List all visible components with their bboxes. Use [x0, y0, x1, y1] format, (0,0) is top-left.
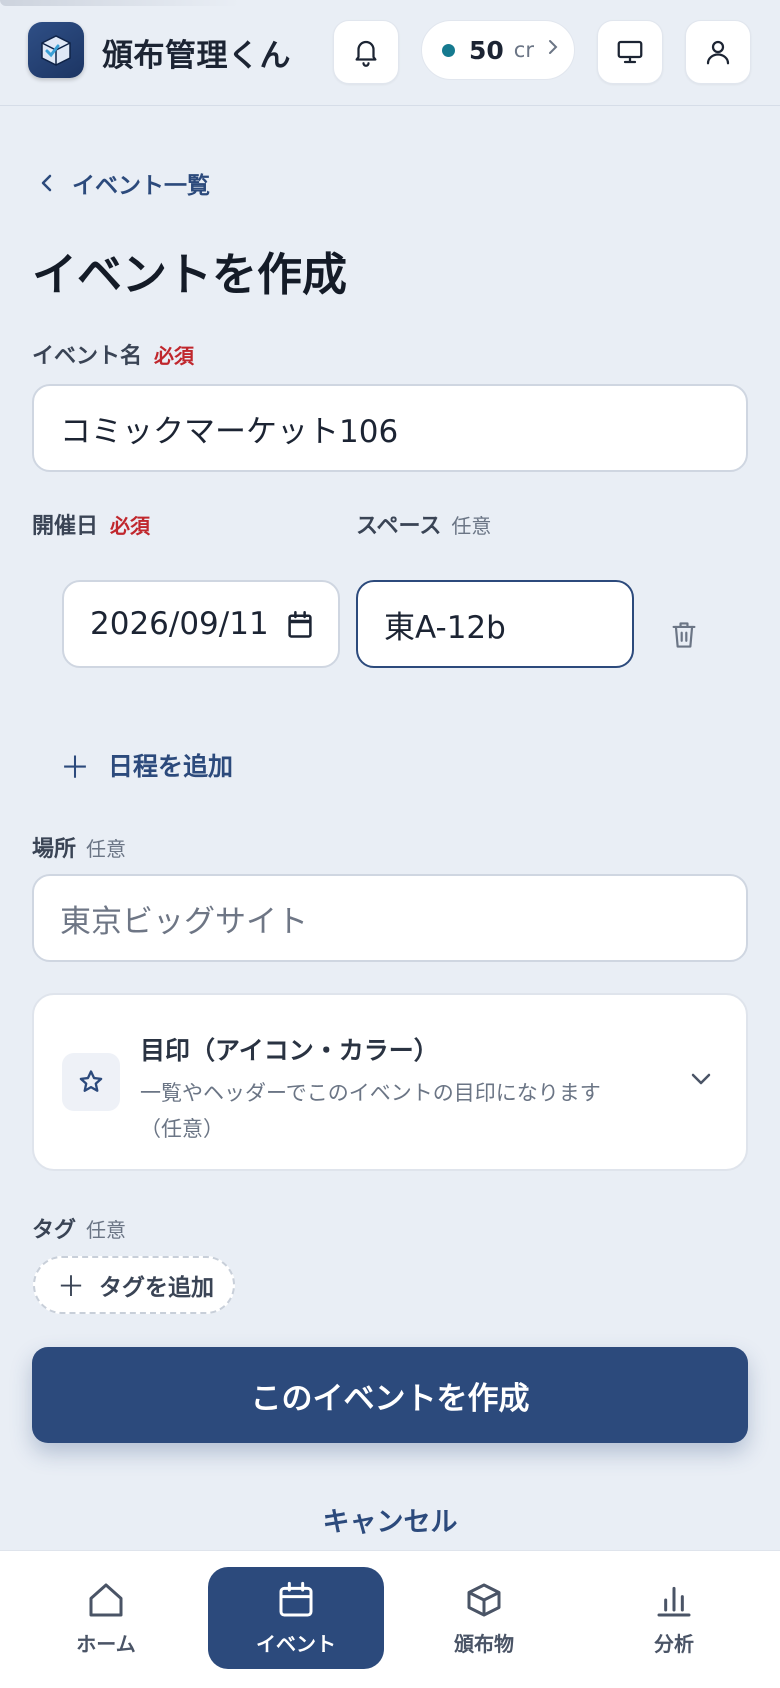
bell-icon [355, 40, 377, 67]
trash-icon [672, 622, 696, 648]
place-input[interactable]: 東京ビッグサイト [32, 874, 748, 962]
credits-unit: cr [513, 38, 534, 62]
back-to-event-list-link[interactable]: イベント一覧 [36, 166, 210, 200]
date-label-row: 開催日 必須 [32, 508, 150, 540]
optional-badge: 任意 [451, 514, 492, 538]
nav-item-events[interactable]: イベント [208, 1567, 384, 1669]
space-label-row: スペース 任意 [356, 508, 491, 540]
star-icon [79, 1070, 103, 1092]
add-date-button[interactable]: ＋ 日程を追加 [60, 743, 233, 787]
nav-label-home: ホーム [76, 1631, 136, 1656]
account-button[interactable] [685, 20, 751, 84]
date-input[interactable]: 2026/09/11 [62, 580, 340, 668]
bar-chart-icon [657, 1586, 691, 1616]
event-name-value: コミックマーケット106 [60, 413, 399, 450]
mark-settings-card[interactable]: 目印（アイコン・カラー） 一覧やヘッダーでこのイベントの目印になります（任意） [32, 993, 748, 1171]
create-event-button[interactable]: このイベントを作成 [32, 1347, 748, 1443]
add-date-label: 日程を追加 [108, 752, 234, 781]
nav-item-items[interactable]: 頒布物 [396, 1567, 572, 1669]
chevron-right-icon [546, 37, 560, 63]
plus-icon: ＋ [57, 1270, 86, 1303]
calendar-picker-icon[interactable] [286, 610, 314, 640]
header-shadow [0, 0, 240, 6]
chevron-down-icon [688, 1069, 714, 1093]
tags-label-row: タグ 任意 [32, 1212, 126, 1244]
back-link-label: イベント一覧 [72, 173, 210, 199]
mark-icon-box [62, 1053, 120, 1111]
page-title: イベントを作成 [32, 248, 348, 301]
place-label-row: 場所 任意 [32, 831, 126, 863]
place-placeholder: 東京ビッグサイト [60, 903, 308, 940]
plus-icon: ＋ [60, 751, 90, 786]
optional-badge: 任意 [86, 1218, 127, 1242]
required-badge: 必須 [110, 514, 151, 538]
date-value: 2026/09/11 [90, 606, 269, 642]
app-header: 頒布管理くん 50 cr [0, 0, 780, 106]
add-tag-label: タグを追加 [99, 1275, 215, 1301]
display-button[interactable] [597, 20, 663, 84]
user-icon [706, 40, 730, 65]
add-tag-button[interactable]: ＋ タグを追加 [33, 1256, 235, 1314]
nav-label-events: イベント [256, 1631, 336, 1656]
required-badge: 必須 [154, 344, 195, 368]
event-name-label: イベント名 [32, 344, 143, 369]
optional-badge: 任意 [86, 837, 127, 861]
bottom-navigation: ホーム イベント 頒布物 分析 [0, 1550, 780, 1688]
credit-status-dot [442, 43, 455, 57]
notifications-button[interactable] [333, 20, 399, 84]
credits-button[interactable]: 50 cr [421, 20, 575, 80]
credits-value: 50 [469, 35, 504, 65]
app-title: 頒布管理くん [102, 38, 291, 74]
mark-title: 目印（アイコン・カラー） [140, 1036, 439, 1065]
date-label: 開催日 [32, 514, 99, 539]
home-icon [89, 1583, 123, 1616]
event-name-input[interactable]: コミックマーケット106 [32, 384, 748, 472]
mark-description: 一覧やヘッダーでこのイベントの目印になります（任意） [140, 1081, 601, 1141]
tags-label: タグ [32, 1218, 77, 1243]
box-icon [467, 1583, 501, 1616]
monitor-icon [617, 40, 643, 64]
delete-date-button[interactable] [670, 620, 698, 654]
nav-item-home[interactable]: ホーム [18, 1567, 194, 1669]
space-label: スペース [356, 514, 442, 539]
nav-item-analytics[interactable]: 分析 [586, 1567, 762, 1669]
nav-label-items: 頒布物 [454, 1631, 514, 1656]
app-logo-icon[interactable] [28, 22, 84, 78]
chevron-left-icon [41, 174, 52, 192]
space-input[interactable]: 東A-12b [356, 580, 634, 668]
space-value: 東A-12b [384, 609, 506, 646]
nav-label-analytics: 分析 [654, 1631, 694, 1656]
place-label: 場所 [32, 837, 77, 862]
calendar-icon [279, 1581, 313, 1616]
cancel-button[interactable]: キャンセル [0, 1500, 780, 1539]
event-name-label-row: イベント名 必須 [32, 338, 194, 370]
